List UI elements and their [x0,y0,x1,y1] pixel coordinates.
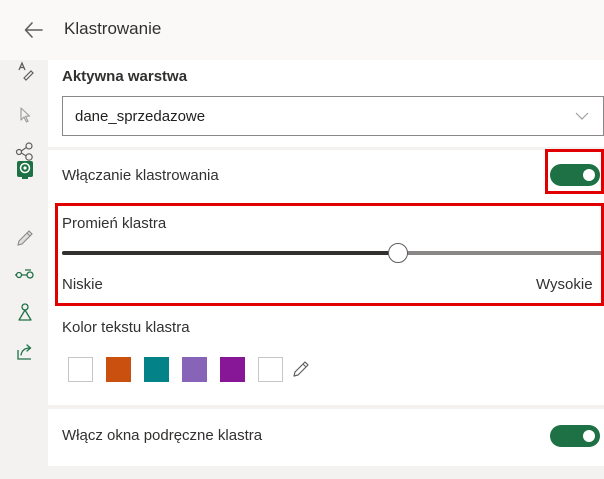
color-swatch[interactable] [182,357,207,382]
divider [48,147,604,150]
panel-header: Klastrowanie [0,0,604,60]
color-swatch[interactable] [220,357,245,382]
enable-popups-toggle[interactable] [550,425,600,447]
share-icon[interactable] [14,341,36,363]
radius-highlight-box [55,203,604,306]
pointer-icon[interactable] [14,104,36,126]
color-swatch[interactable] [106,357,131,382]
enable-popups-label: Włącz okna podręczne klastra [62,427,263,444]
page-title: Klastrowanie [64,19,162,38]
layer-add-icon[interactable] [14,302,36,324]
text-style-icon[interactable] [14,60,36,82]
active-layer-label: Aktywna warstwa [62,68,188,85]
color-swatch[interactable] [144,357,169,382]
toggle-highlight-box [545,149,604,194]
route-icon[interactable] [14,264,36,286]
chevron-down-icon [575,112,589,120]
back-arrow-icon[interactable] [22,18,46,42]
map-pin-icon[interactable] [14,159,36,181]
color-swatch[interactable] [258,357,283,382]
color-swatch[interactable] [68,357,93,382]
cluster-text-color-label: Kolor tekstu klastra [62,319,190,336]
pencil-icon[interactable] [290,358,312,380]
enable-clustering-label: Włączanie klastrowania [62,167,219,184]
active-layer-value: dane_sprzedazowe [75,108,206,125]
pencil-icon[interactable] [14,227,36,249]
toggle-knob [583,430,595,442]
sidebar [0,60,48,479]
active-layer-dropdown[interactable]: dane_sprzedazowe [62,96,604,136]
